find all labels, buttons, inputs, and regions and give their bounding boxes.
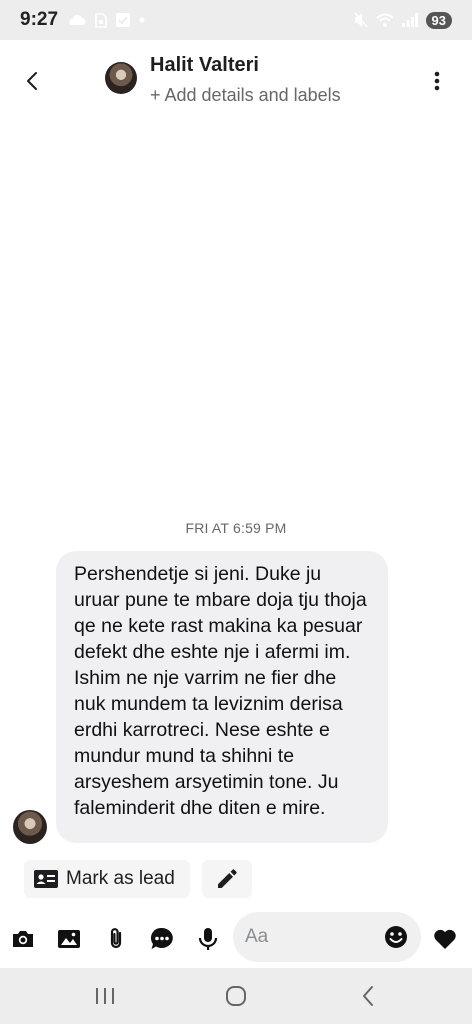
message-timestamp: FRI AT 6:59 PM — [185, 520, 287, 536]
checkbox-icon — [116, 13, 131, 27]
cloud-icon — [69, 14, 86, 25]
battery-level: 93 — [425, 11, 452, 29]
more-vertical-icon[interactable] — [426, 68, 448, 94]
contact-name[interactable]: Halit Valteri — [150, 54, 259, 77]
heart-icon[interactable] — [432, 926, 458, 952]
nav-back-icon[interactable] — [356, 984, 382, 1008]
status-right-icons: 93 — [353, 11, 452, 29]
status-time: 9:27 — [20, 9, 59, 30]
pencil-icon — [218, 869, 237, 888]
back-icon[interactable] — [20, 68, 46, 94]
message-text: Pershendetje si jeni. Duke ju uruar pune… — [74, 563, 367, 819]
dot-icon — [139, 17, 145, 23]
emoji-icon[interactable] — [383, 924, 409, 950]
system-nav-bar — [0, 968, 472, 1024]
signal-icon — [401, 13, 418, 27]
status-left-icons — [68, 12, 145, 28]
recent-apps-icon[interactable] — [92, 984, 118, 1008]
message-input[interactable] — [245, 924, 365, 950]
microphone-icon[interactable] — [195, 926, 221, 952]
contact-card-icon — [34, 870, 58, 888]
attachment-icon[interactable] — [103, 926, 129, 952]
gallery-icon[interactable] — [56, 926, 82, 952]
chat-bubble-icon[interactable] — [149, 926, 175, 952]
sender-avatar[interactable] — [13, 810, 47, 844]
contact-avatar[interactable] — [105, 62, 137, 94]
status-bar: 9:27 93 — [0, 0, 472, 40]
edit-button[interactable] — [202, 860, 252, 898]
home-icon[interactable] — [223, 984, 249, 1008]
add-details-link[interactable]: + Add details and labels — [150, 85, 341, 106]
message-bubble[interactable]: Pershendetje si jeni. Duke ju uruar pune… — [56, 551, 388, 843]
wifi-icon — [375, 13, 394, 27]
message-input-field[interactable] — [233, 912, 421, 962]
message-composer — [0, 912, 472, 966]
sim-icon — [95, 12, 107, 28]
mark-as-lead-label: Mark as lead — [66, 868, 175, 889]
camera-icon[interactable] — [10, 926, 36, 952]
mark-as-lead-button[interactable]: Mark as lead — [24, 860, 190, 898]
conversation-header: Halit Valteri + Add details and labels — [0, 40, 472, 122]
mute-icon — [353, 12, 368, 28]
